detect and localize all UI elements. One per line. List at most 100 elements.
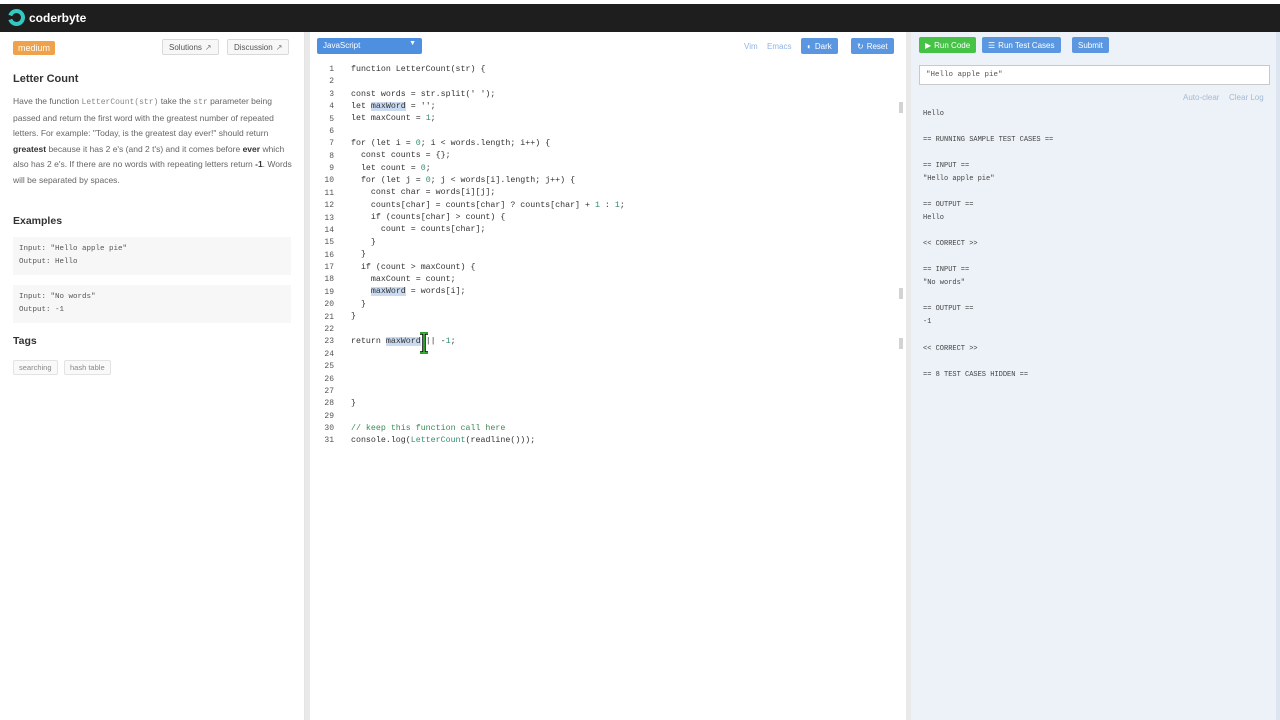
discussion-button[interactable]: Discussion ↗ <box>227 39 290 55</box>
emacs-mode-toggle[interactable]: Emacs <box>767 42 791 51</box>
dark-theme-label: Dark <box>814 41 832 51</box>
line-number: 21 <box>324 312 334 322</box>
line-number: 3 <box>329 89 334 99</box>
line-number: 10 <box>324 176 334 186</box>
code-line[interactable]: // keep this function call here <box>351 424 505 433</box>
language-select[interactable]: JavaScript ▼ <box>317 38 422 54</box>
example-input: Input: "No words" <box>19 293 96 301</box>
tags-heading: Tags <box>13 335 37 347</box>
code-line[interactable]: let maxCount = 1; <box>351 114 436 123</box>
example-block: Input: "Hello apple pie" Output: Hello <box>13 237 291 275</box>
line-number: 1 <box>329 65 334 74</box>
example-output: Output: Hello <box>19 258 78 266</box>
console-output-line: "Hello apple pie" <box>923 175 995 183</box>
console-output-line: == RUNNING SAMPLE TEST CASES == <box>923 136 1054 144</box>
code-line[interactable]: } <box>351 300 366 309</box>
line-number: 16 <box>324 250 334 260</box>
custom-input-field[interactable]: "Hello apple pie" <box>919 65 1270 85</box>
console-output-line: == OUTPUT == <box>923 305 974 313</box>
example-input: Input: "Hello apple pie" <box>19 245 128 253</box>
tag-searching[interactable]: searching <box>13 360 58 375</box>
submit-button[interactable]: Submit <box>1072 37 1109 53</box>
line-number: 5 <box>329 114 334 124</box>
line-number: 23 <box>324 337 334 347</box>
line-number: 20 <box>324 300 334 310</box>
code-line[interactable]: let count = 0; <box>351 164 431 173</box>
example-block: Input: "No words" Output: -1 <box>13 285 291 323</box>
line-number: 11 <box>324 188 334 198</box>
line-number: 29 <box>324 411 334 421</box>
code-line[interactable]: const words = str.split(' '); <box>351 90 495 99</box>
line-number: 27 <box>324 386 334 396</box>
line-number: 24 <box>324 349 334 359</box>
examples-heading: Examples <box>13 215 63 227</box>
line-number: 31 <box>324 436 334 446</box>
code-line[interactable]: maxWord = words[i]; <box>351 287 466 296</box>
code-editor[interactable]: JavaScript ▼ Vim Emacs ◐ Dark ↻ Reset 12… <box>310 32 906 720</box>
dark-theme-button[interactable]: ◐ Dark <box>801 38 838 54</box>
code-line[interactable]: console.log(LetterCount(readline())); <box>351 436 535 445</box>
code-line[interactable]: counts[char] = counts[char] ? counts[cha… <box>351 201 625 210</box>
code-line[interactable]: const counts = {}; <box>351 151 451 160</box>
console-output-line: "No words" <box>923 279 966 287</box>
code-line[interactable]: for (let i = 0; i < words.length; i++) { <box>351 139 550 148</box>
line-number: 22 <box>324 324 334 334</box>
code-line[interactable]: } <box>351 312 356 321</box>
code-line[interactable]: const char = words[i][j]; <box>351 188 495 197</box>
line-number: 19 <box>324 287 334 297</box>
console-output-line: << CORRECT >> <box>923 345 978 353</box>
code-line[interactable]: function LetterCount(str) { <box>351 65 485 74</box>
coderbyte-logo[interactable]: coderbyte <box>8 9 86 26</box>
console-output-line: Hello <box>923 214 945 222</box>
console-output-line: == OUTPUT == <box>923 201 974 209</box>
code-line[interactable]: } <box>351 250 366 259</box>
code-line[interactable]: for (let j = 0; j < words[i].length; j++… <box>351 176 575 185</box>
problem-title: Letter Count <box>13 73 79 85</box>
line-number: 17 <box>324 263 334 273</box>
line-number: 30 <box>324 424 334 434</box>
example-output: Output: -1 <box>19 306 65 314</box>
code-line[interactable]: if (counts[char] > count) { <box>351 213 505 222</box>
top-bar: coderbyte <box>0 0 1280 32</box>
reset-button[interactable]: ↻ Reset <box>851 38 894 54</box>
external-link-icon: ↗ <box>204 42 212 52</box>
line-number: 12 <box>324 201 334 211</box>
line-number: 4 <box>329 102 334 112</box>
console-output-line: << CORRECT >> <box>923 240 978 248</box>
solutions-button[interactable]: Solutions ↗ <box>162 39 219 55</box>
code-line[interactable]: return maxWord || -1; <box>351 337 456 346</box>
submit-label: Submit <box>1078 40 1103 50</box>
console-output-line: -1 <box>923 318 932 326</box>
problem-description: Have the function LetterCount(str) take … <box>13 96 292 185</box>
line-number: 8 <box>329 151 334 161</box>
code-line[interactable]: } <box>351 399 356 408</box>
line-number: 13 <box>324 213 334 223</box>
scrollbar-marker <box>899 288 903 299</box>
code-line[interactable]: count = counts[char]; <box>351 225 486 234</box>
page-scrollbar[interactable] <box>1276 32 1280 720</box>
console-output-line: == INPUT == <box>923 162 970 170</box>
reset-label: Reset <box>866 41 888 51</box>
brand-name: coderbyte <box>29 10 87 25</box>
problem-panel: medium Solutions ↗ Discussion ↗ Letter C… <box>0 32 305 720</box>
line-number: 6 <box>329 126 334 136</box>
line-number: 14 <box>324 225 334 235</box>
tag-hash-table[interactable]: hash table <box>64 360 111 375</box>
run-test-cases-button[interactable]: ☰ Run Test Cases <box>982 37 1061 53</box>
console-output-line: == INPUT == <box>923 266 970 274</box>
run-tests-label: Run Test Cases <box>998 40 1055 50</box>
code-line[interactable]: let maxWord = ''; <box>351 102 436 111</box>
line-number: 15 <box>324 238 334 248</box>
code-line[interactable]: maxCount = count; <box>351 275 456 284</box>
vim-mode-toggle[interactable]: Vim <box>744 42 758 51</box>
clear-log-button[interactable]: Clear Log <box>1229 93 1264 102</box>
line-number: 25 <box>324 362 334 372</box>
line-number: 9 <box>329 164 334 174</box>
run-code-button[interactable]: ▶ Run Code <box>919 37 977 53</box>
play-icon: ▶ <box>925 40 932 50</box>
code-line[interactable]: if (count > maxCount) { <box>351 263 476 272</box>
code-line[interactable]: } <box>351 238 376 247</box>
reset-icon: ↻ <box>857 41 864 51</box>
auto-clear-toggle[interactable]: Auto-clear <box>1183 93 1219 102</box>
line-number: 18 <box>324 275 334 285</box>
